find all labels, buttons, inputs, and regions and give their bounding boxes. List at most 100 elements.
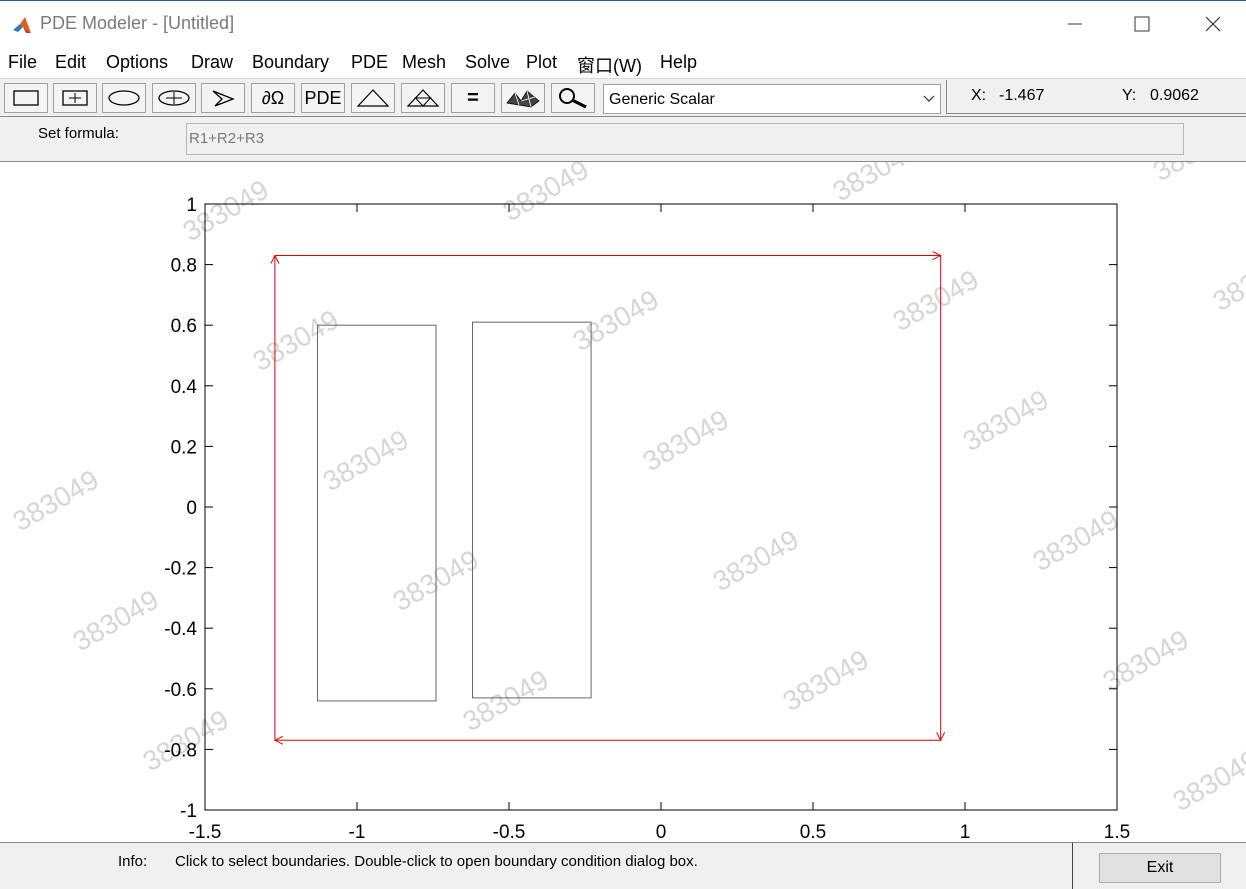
menu-plot[interactable]: Plot — [526, 52, 557, 73]
draw-rectangle-button[interactable] — [4, 83, 48, 113]
menu-file[interactable]: File — [8, 52, 37, 73]
watermark-text: 383049 — [958, 384, 1054, 458]
watermark-text: 383049 — [1168, 744, 1246, 818]
plot-solution-icon — [505, 87, 541, 109]
solve-icon: = — [467, 87, 479, 110]
init-mesh-icon — [356, 88, 390, 108]
pde-button-label: PDE — [304, 88, 341, 109]
zoom-button[interactable] — [551, 83, 595, 113]
formula-value: R1+R2+R3 — [189, 130, 264, 147]
menu-draw[interactable]: Draw — [191, 52, 233, 73]
x-tick-label: 1.5 — [1104, 822, 1130, 842]
watermark-text: 383049 — [248, 304, 344, 378]
y-tick-label: -1 — [180, 801, 197, 822]
watermark-text: 383049 — [888, 264, 984, 338]
menu-window[interactable]: 窗口(W) — [577, 52, 642, 78]
watermark-text: 383049 — [458, 664, 554, 738]
zoom-icon — [556, 87, 590, 109]
watermark-text: 383049 — [828, 162, 924, 207]
centered-rectangle-icon — [62, 89, 88, 107]
refine-mesh-button[interactable] — [401, 83, 445, 113]
menu-mesh[interactable]: Mesh — [402, 52, 446, 73]
menu-bar: File Edit Options Draw Boundary PDE Mesh… — [0, 46, 1246, 78]
ellipse-icon — [108, 89, 140, 107]
watermark-text: 383049 — [498, 162, 594, 227]
init-mesh-button[interactable] — [351, 83, 395, 113]
info-text: Click to select boundaries. Double-click… — [175, 853, 698, 870]
boundary-mode-icon: ∂Ω — [262, 88, 284, 109]
formula-label: Set formula: — [38, 125, 119, 142]
rectangle-icon — [13, 89, 39, 107]
menu-boundary[interactable]: Boundary — [252, 52, 329, 73]
y-tick-label: 0.8 — [171, 256, 197, 277]
info-label: Info: — [118, 853, 147, 870]
watermark-text: 383049 — [778, 644, 874, 718]
plot-solution-button[interactable] — [501, 83, 545, 113]
watermark-text: 383049 — [1028, 504, 1124, 578]
centered-ellipse-icon — [158, 89, 190, 107]
solve-button[interactable]: = — [451, 83, 495, 113]
menu-pde[interactable]: PDE — [351, 52, 388, 73]
y-tick-label: 0 — [186, 498, 197, 519]
y-tick-label: 0.2 — [171, 437, 197, 458]
maximize-icon — [1134, 16, 1150, 32]
watermark-text: 383049 — [1148, 162, 1244, 187]
menu-options[interactable]: Options — [106, 52, 168, 73]
pde-specification-button[interactable]: PDE — [301, 83, 345, 113]
y-coord-value: 0.9062 — [1150, 87, 1199, 105]
application-mode-select[interactable]: Generic Scalar — [603, 84, 941, 114]
watermark-text: 383049 — [8, 464, 104, 538]
watermark-text: 383049 — [708, 524, 804, 598]
draw-polygon-button[interactable] — [201, 83, 245, 113]
polygon-icon — [210, 88, 236, 108]
exit-button[interactable]: Exit — [1099, 853, 1221, 883]
set-formula-input[interactable]: R1+R2+R3 — [186, 123, 1184, 155]
watermark-text: 383049 — [68, 584, 164, 658]
x-tick-label: 0.5 — [800, 822, 826, 842]
status-divider — [1072, 843, 1073, 889]
watermark-text: 383049 — [1208, 244, 1246, 318]
draw-centered-ellipse-button[interactable] — [152, 83, 196, 113]
x-coord-value: -1.467 — [999, 87, 1044, 105]
watermark-text: 383049 — [638, 404, 734, 478]
y-tick-label: 1 — [186, 195, 197, 216]
x-tick-label: -0.5 — [493, 822, 526, 842]
watermark-text: 383049 — [318, 424, 414, 498]
close-button[interactable] — [1190, 9, 1236, 39]
watermark-text: 383049 — [568, 284, 664, 358]
minimize-icon — [1068, 17, 1082, 31]
subdomain-rect-2[interactable] — [473, 322, 592, 698]
watermark-text: 383049 — [1098, 624, 1194, 698]
y-tick-label: 0.4 — [171, 377, 198, 398]
boundary-mode-button[interactable]: ∂Ω — [251, 83, 295, 113]
x-tick-label: -1 — [349, 822, 366, 842]
menu-help[interactable]: Help — [660, 52, 697, 73]
coordinate-readout: X: -1.467 Y: 0.9062 — [946, 80, 1246, 114]
axes-frame — [205, 204, 1117, 810]
plot-area: 383049 383049 383049 383049 383049 383049 3830… — [0, 162, 1246, 842]
refine-mesh-icon — [406, 88, 440, 108]
x-tick-label: 1 — [960, 822, 971, 842]
chevron-down-icon — [918, 85, 940, 113]
application-mode-value: Generic Scalar — [609, 91, 715, 109]
y-coord-label: Y: — [1122, 87, 1136, 105]
exit-button-label: Exit — [1147, 859, 1174, 877]
draw-ellipse-button[interactable] — [102, 83, 146, 113]
close-icon — [1205, 16, 1221, 32]
menu-solve[interactable]: Solve — [465, 52, 510, 73]
window-title: PDE Modeler - [Untitled] — [40, 13, 234, 34]
maximize-button[interactable] — [1119, 9, 1165, 39]
y-tick-label: -0.2 — [164, 559, 197, 580]
x-tick-label: -1.5 — [189, 822, 222, 842]
title-bar: PDE Modeler - [Untitled] — [0, 0, 1246, 46]
subdomain-rect-1[interactable] — [317, 325, 436, 701]
y-tick-label: 0.6 — [171, 316, 197, 337]
minimize-button[interactable] — [1052, 9, 1098, 39]
status-bar: Info: Click to select boundaries. Double… — [0, 842, 1246, 888]
x-tick-label: 0 — [656, 822, 667, 842]
y-tick-label: -0.4 — [164, 619, 197, 640]
draw-centered-rectangle-button[interactable] — [53, 83, 97, 113]
matlab-logo-icon — [12, 15, 32, 35]
geometry-axes[interactable]: 383049 383049 383049 383049 383049 383049 3830… — [0, 162, 1246, 842]
menu-edit[interactable]: Edit — [55, 52, 86, 73]
